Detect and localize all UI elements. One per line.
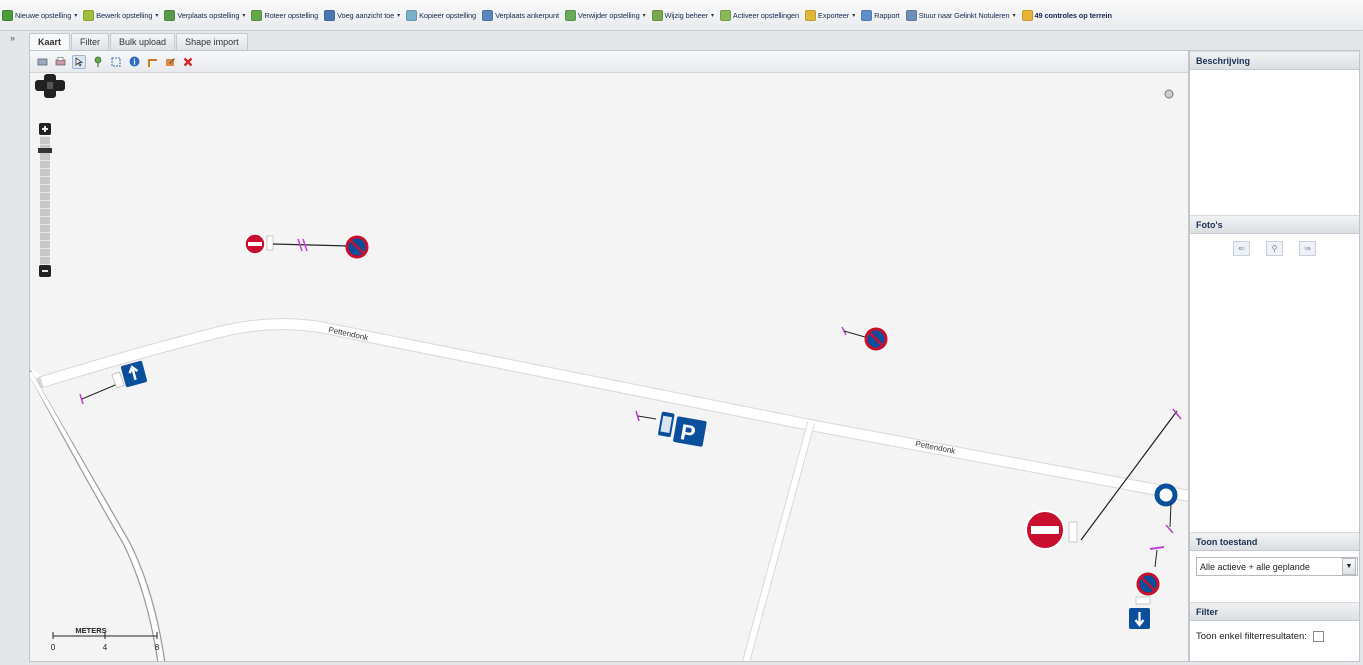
send-icon xyxy=(905,9,917,21)
move-anchor-icon xyxy=(482,9,494,21)
toolbar-button-label: Nieuwe opstelling xyxy=(15,10,72,20)
activate-setups-icon xyxy=(719,9,731,21)
toolbar-button-label: Roteer opstelling xyxy=(264,10,319,20)
scale-title: METERS xyxy=(75,626,106,635)
toolbar-button-label: Rapport xyxy=(874,10,900,20)
toolbar-button-verplaats-opstelling[interactable]: Verplaats opstelling ▾ xyxy=(164,0,245,30)
edit-setup-icon xyxy=(83,9,95,21)
tab-bulk-upload[interactable]: Bulk upload xyxy=(110,33,176,50)
zoom-box-icon[interactable] xyxy=(110,56,122,68)
filter-checkbox-label: Toon enkel filterresultaten: xyxy=(1196,631,1307,642)
scale-bar: METERS 0 4 8 xyxy=(51,626,160,652)
toolbar-button-label: Verplaats ankerpunt xyxy=(495,10,559,20)
toolbar-button-kopieer-opstelling[interactable]: Kopieer opstelling xyxy=(406,0,476,30)
map-panel: i Pettendonk Pettendonk P METERS 0 4 8 xyxy=(29,50,1189,662)
dropdown-arrow-icon[interactable]: ▾ xyxy=(711,12,714,19)
add-point-icon[interactable] xyxy=(92,56,104,68)
zoom-bar[interactable] xyxy=(38,123,52,277)
sign-setup[interactable] xyxy=(244,233,369,259)
toolbar-button-label: Wijzig beheer xyxy=(664,10,709,20)
state-select[interactable]: Alle actieve + alle geplande ▼ xyxy=(1196,557,1358,576)
toolbar-button-49-controles-op-terrein[interactable]: 49 controles op terrein xyxy=(1021,0,1112,30)
beschrijving-body xyxy=(1190,70,1359,215)
toolbar-button-rapport[interactable]: Rapport xyxy=(861,0,900,30)
toolbar-button-nieuwe-opstelling[interactable]: Nieuwe opstelling ▾ xyxy=(2,0,77,30)
pencil-check-icon xyxy=(1021,9,1033,21)
copy-setup-icon xyxy=(406,9,418,21)
map-canvas[interactable]: Pettendonk Pettendonk P METERS 0 4 8 xyxy=(30,73,1188,661)
toolbar-button-label: Stuur naar Gelinkt Notuleren xyxy=(918,10,1010,20)
toolbar-button-label: Bewerk opstelling xyxy=(96,10,153,20)
move-setup-icon xyxy=(164,9,176,21)
fotos-body: ⇐ ⚲ ⇒ xyxy=(1190,234,1359,532)
toolbar-button-label: Verplaats opstelling xyxy=(177,10,240,20)
change-management-icon xyxy=(651,9,663,21)
toolbar-button-exporteer[interactable]: Exporteer ▾ xyxy=(805,0,855,30)
measure-icon[interactable] xyxy=(146,56,158,68)
scale-tick: 8 xyxy=(155,643,160,652)
scale-tick: 4 xyxy=(103,643,108,652)
close-icon[interactable] xyxy=(182,56,194,68)
map-toolbar: i xyxy=(30,51,1188,73)
chevron-down-icon[interactable]: ▼ xyxy=(1342,558,1356,575)
tab-filter[interactable]: Filter xyxy=(71,33,110,50)
dropdown-arrow-icon[interactable]: ▾ xyxy=(852,12,855,19)
toolbar-button-label: Voeg aanzicht toe xyxy=(337,10,395,20)
sign-setup[interactable] xyxy=(1129,483,1178,629)
toolbar-button-stuur-naar-gelinkt-notuleren[interactable]: Stuur naar Gelinkt Notuleren ▾ xyxy=(905,0,1016,30)
dropdown-arrow-icon[interactable]: ▾ xyxy=(74,12,77,19)
road-network xyxy=(30,318,1188,661)
toolbar-button-label: 49 controles op terrein xyxy=(1034,10,1112,20)
toon-toestand-header[interactable]: Toon toestand xyxy=(1190,532,1359,551)
info-icon[interactable]: i xyxy=(128,56,140,68)
toolbar-button-verplaats-ankerpunt[interactable]: Verplaats ankerpunt xyxy=(482,0,559,30)
dropdown-arrow-icon[interactable]: ▾ xyxy=(1013,12,1016,19)
toolbar-button-roteer-opstelling[interactable]: Roteer opstelling xyxy=(251,0,318,30)
fotos-header[interactable]: Foto's xyxy=(1190,215,1359,234)
main-toolbar: Nieuwe opstelling ▾ Bewerk opstelling ▾ Verp… xyxy=(0,0,1363,31)
dropdown-arrow-icon[interactable]: ▾ xyxy=(397,12,400,19)
pan-control[interactable] xyxy=(35,74,65,98)
toolbar-button-label: Exporteer xyxy=(818,10,850,20)
rotate-setup-icon xyxy=(251,9,263,21)
toolbar-button-wijzig-beheer[interactable]: Wijzig beheer ▾ xyxy=(651,0,714,30)
state-select-value: Alle actieve + alle geplande xyxy=(1200,561,1310,572)
delete-setup-icon xyxy=(564,9,576,21)
filter-header[interactable]: Filter xyxy=(1190,602,1359,621)
zoom-photo-icon[interactable]: ⚲ xyxy=(1266,241,1283,256)
collapse-panel-button[interactable]: » xyxy=(10,33,15,43)
toolbar-button-label: Verwijder opstelling xyxy=(577,10,640,20)
toolbar-button-verwijder-opstelling[interactable]: Verwijder opstelling ▾ xyxy=(564,0,646,30)
scale-tick: 0 xyxy=(51,643,56,652)
add-view-icon xyxy=(324,9,336,21)
add-setup-icon xyxy=(2,9,13,21)
toolbar-button-activeer-opstellingen[interactable]: Activeer opstellingen xyxy=(719,0,800,30)
report-icon xyxy=(861,9,873,21)
dropdown-arrow-icon[interactable]: ▾ xyxy=(643,12,646,19)
tab-shape-import[interactable]: Shape import xyxy=(176,33,248,50)
select-icon[interactable] xyxy=(72,54,86,69)
toolbar-button-label: Activeer opstellingen xyxy=(732,10,800,20)
filter-results-checkbox[interactable] xyxy=(1312,631,1324,642)
dropdown-arrow-icon[interactable]: ▾ xyxy=(242,12,245,19)
toolbar-button-label: Kopieer opstelling xyxy=(419,10,477,20)
tab-bar: Kaart Filter Bulk upload Shape import xyxy=(29,33,249,50)
overview-toggle-icon[interactable] xyxy=(1164,89,1174,99)
sign-setup[interactable]: P xyxy=(635,410,707,448)
edit-icon[interactable] xyxy=(164,56,176,68)
print-icon[interactable] xyxy=(54,56,66,68)
toolbar-button-voeg-aanzicht-toe[interactable]: Voeg aanzicht toe ▾ xyxy=(324,0,400,30)
export-icon xyxy=(805,9,817,21)
toolbar-button-bewerk-opstelling[interactable]: Bewerk opstelling ▾ xyxy=(83,0,158,30)
next-photo-icon[interactable]: ⇒ xyxy=(1299,241,1316,256)
prev-photo-icon[interactable]: ⇐ xyxy=(1233,241,1250,256)
layers-icon[interactable] xyxy=(36,56,48,68)
zoom-slider-handle[interactable] xyxy=(38,148,52,153)
side-panel: Beschrijving Foto's ⇐ ⚲ ⇒ Toon toestand … xyxy=(1189,50,1360,662)
tab-kaart[interactable]: Kaart xyxy=(29,33,71,50)
beschrijving-header[interactable]: Beschrijving xyxy=(1190,51,1359,70)
sign-setup[interactable] xyxy=(841,326,888,351)
dropdown-arrow-icon[interactable]: ▾ xyxy=(155,12,158,19)
